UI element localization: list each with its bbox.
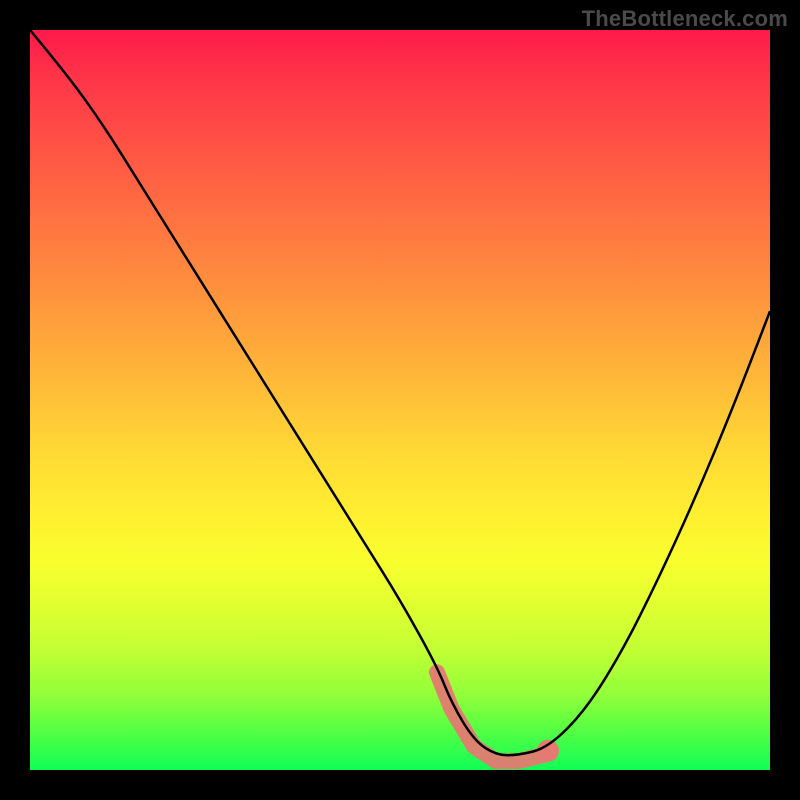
bottleneck-curve	[30, 30, 770, 755]
optimal-range-band	[437, 672, 548, 761]
chart-frame: TheBottleneck.com	[0, 0, 800, 800]
chart-overlay	[30, 30, 770, 770]
optimal-range-end-marker	[537, 740, 559, 762]
watermark-text: TheBottleneck.com	[582, 6, 788, 32]
plot-area	[30, 30, 770, 770]
